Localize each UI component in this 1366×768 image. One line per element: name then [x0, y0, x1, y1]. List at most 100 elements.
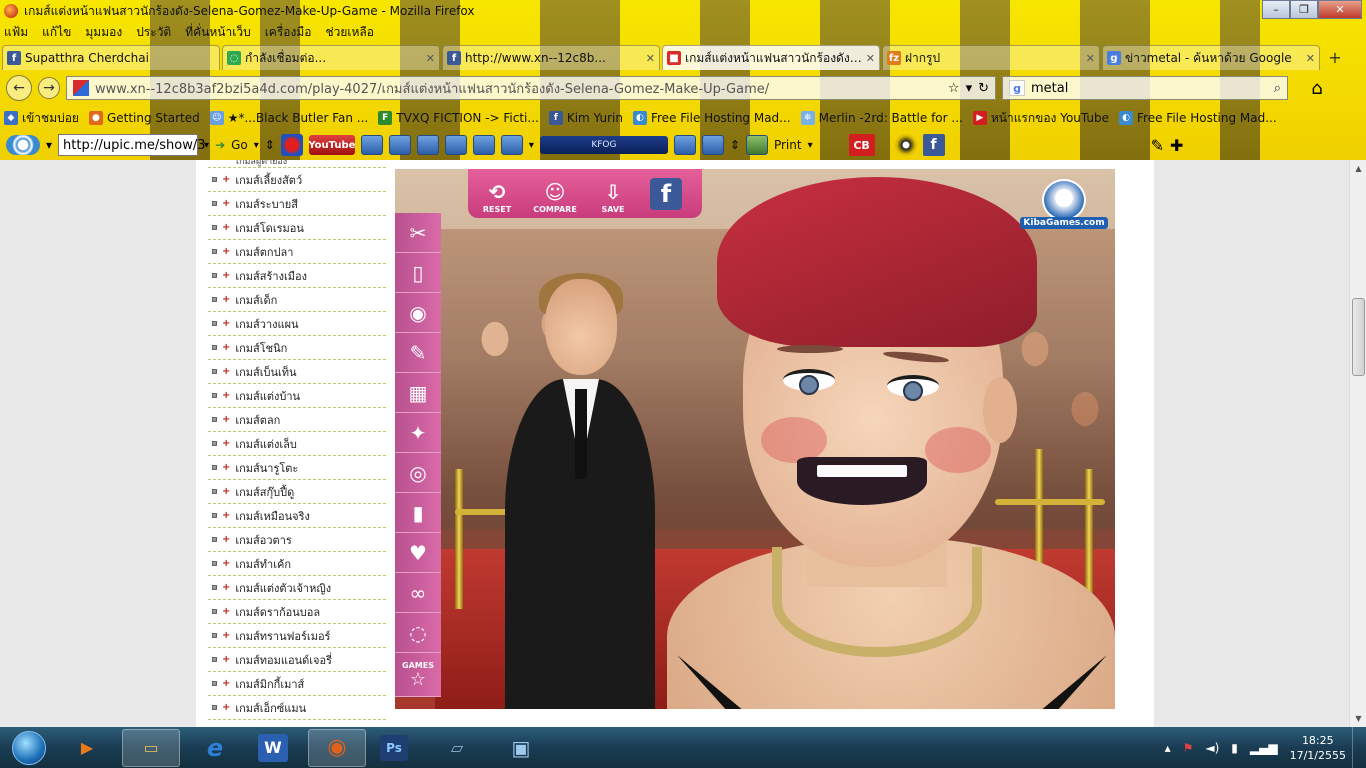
list-item-label[interactable]: เกมส์ทรานฟอร์เมอร์ [235, 627, 330, 645]
tab-facebook-link[interactable]: f http://www.xn--12c8b... ✕ [442, 45, 660, 70]
list-item[interactable]: + เกมส์โชนิก [208, 336, 386, 360]
list-item[interactable]: + เกมส์สร้างเมือง [208, 264, 386, 288]
compare-button[interactable]: ☺ COMPARE [526, 169, 584, 218]
tool-clothes[interactable]: ♥ [395, 533, 441, 573]
home-button[interactable]: ⌂ [1302, 75, 1332, 101]
google-icon[interactable]: g [1009, 80, 1025, 96]
back-button[interactable]: ← [6, 75, 32, 101]
tool-glasses[interactable]: ∞ [395, 573, 441, 613]
close-icon[interactable]: ✕ [646, 52, 655, 65]
list-item-label[interactable]: เกมส์โชนิก [235, 339, 287, 357]
list-item[interactable]: + เกมส์นารูโตะ [208, 456, 386, 480]
tool-eyeliner[interactable]: ✎ [395, 333, 441, 373]
translate-icon[interactable] [500, 135, 523, 155]
list-item-label[interactable]: เกมส์แต่งตัวเจ้าหญิง [235, 579, 331, 597]
menu-edit[interactable]: แก้ไข [42, 23, 71, 42]
list-item-label[interactable]: เกมส์ทำเค้ก [235, 555, 291, 573]
list-item[interactable]: + เกมส์อวตาร [208, 528, 386, 552]
bookmark-item[interactable]: ◆ เข้าชมบ่อย [4, 109, 79, 128]
start-button[interactable] [6, 728, 52, 768]
addon-icon[interactable] [894, 134, 917, 156]
list-item-label[interactable]: เกมส์ตกปลา [235, 243, 293, 261]
chevron-down-icon[interactable]: ▾ [254, 140, 259, 151]
list-item-label[interactable]: เกมส์เอ็กซ์แมน [235, 699, 306, 717]
tab-google-search[interactable]: g ข่าวmetal - ค้นหาด้วย Google ✕ [1102, 45, 1320, 70]
bookmark-item[interactable]: ❄ Merlin -2rd: Battle for ... [800, 111, 963, 125]
chevron-down-icon[interactable]: ▾ [529, 140, 534, 151]
tool-eyes[interactable]: ◉ [395, 293, 441, 333]
list-item-label[interactable]: เกมส์ระบายสี [235, 195, 298, 213]
chevron-down-icon[interactable]: ▾ [46, 138, 52, 152]
list-item-label[interactable]: เกมส์เลี้ยงสัตว์ [235, 171, 302, 189]
list-item[interactable]: + เกมส์เบ็นเท็น [208, 360, 386, 384]
chevron-down-icon[interactable]: ▾ [204, 140, 209, 151]
radio-player[interactable]: KFOG [539, 136, 668, 154]
list-item-cut[interactable]: เกมส์ผู้ตายอง [208, 160, 386, 168]
list-item-label[interactable]: เกมส์แต่งเล็บ [235, 435, 296, 453]
record-icon[interactable] [388, 135, 411, 155]
list-item[interactable]: + เกมส์ดราก้อนบอล [208, 600, 386, 624]
bookmark-star-icon[interactable]: ☆ [948, 81, 960, 96]
chevron-down-icon[interactable]: ▾ [808, 140, 813, 151]
scroll-up-icon[interactable]: ▲ [1350, 160, 1366, 177]
word-icon[interactable]: W [258, 733, 288, 762]
list-item[interactable]: + เกมส์วางแผน [208, 312, 386, 336]
list-item-label[interactable]: เกมส์ตลก [235, 411, 280, 429]
list-item-label[interactable]: เกมส์ดราก้อนบอล [235, 603, 320, 621]
url-text[interactable]: www.xn--12c8b3af2bzi5a4d.com/play-4027/เ… [95, 78, 942, 99]
close-icon[interactable]: ✕ [866, 52, 875, 65]
save-button[interactable]: ⇩ SAVE [584, 169, 642, 218]
tab-facebook-profile[interactable]: f Supatthra Cherdchai [2, 45, 220, 70]
list-item[interactable]: + เกมส์ทำเค้ก [208, 552, 386, 576]
wrench-icon[interactable]: ✎ [1151, 136, 1164, 155]
show-desktop-button[interactable] [1352, 727, 1366, 768]
tool-scissors[interactable]: ✂ [395, 213, 441, 253]
list-item-label[interactable]: เกมส์โดเรมอน [235, 219, 303, 237]
list-item-label[interactable]: เกมส์เด็ก [235, 291, 277, 309]
list-item-label[interactable]: เกมส์สร้างเมือง [235, 267, 307, 285]
bookmark-item[interactable]: ▶ หน้าแรกของ YouTube [972, 109, 1109, 128]
menu-bookmarks[interactable]: ที่คั่นหน้าเว็บ [185, 23, 250, 42]
list-item[interactable]: + เกมส์ตกปลา [208, 240, 386, 264]
bookmark-item[interactable]: ☺ ★*...Black Butler Fan ... [209, 111, 368, 125]
list-item-label[interactable]: เกมส์วางแผน [235, 315, 298, 333]
makeup-game[interactable]: ⟲ RESET ☺ COMPARE ⇩ SAVE f ✂ ▯ ◉ ✎ ▦ ✦ ◎… [395, 169, 1115, 709]
media-player-icon[interactable]: ▶ [58, 729, 116, 767]
tool-brush[interactable]: ✦ [395, 413, 441, 453]
tool-lipstick[interactable]: ▮ [395, 493, 441, 533]
notes-icon[interactable]: ▱ [428, 729, 486, 767]
list-item-label[interactable]: เกมส์ทอมแอนด์เจอรี่ [235, 651, 332, 669]
list-item[interactable]: + เกมส์เด็ก [208, 288, 386, 312]
bookmark-item[interactable]: ● Getting Started [88, 111, 200, 125]
explorer-icon[interactable]: ▭ [122, 728, 180, 767]
menu-view[interactable]: มุมมอง [85, 23, 122, 42]
list-item-label[interactable]: เกมส์อวตาร [235, 531, 291, 549]
minimize-button[interactable]: – [1262, 0, 1290, 19]
list-item[interactable]: + เกมส์แต่งตัวเจ้าหญิง [208, 576, 386, 600]
bookmark-item[interactable]: F TVXQ FICTION -> Ficti... [378, 111, 539, 125]
list-item-label[interactable]: เกมส์เหมือนจริง [235, 507, 310, 525]
show-hidden-icons[interactable]: ▴ [1165, 741, 1171, 755]
character-hair[interactable] [717, 177, 1037, 347]
list-item[interactable]: + เกมส์สกุ๊บปี้ดู [208, 480, 386, 504]
reload-icon[interactable]: ↻ [978, 81, 989, 96]
internet-explorer-icon[interactable]: e [186, 729, 244, 767]
list-item-label[interactable]: เกมส์สกุ๊บปี้ดู [235, 483, 294, 501]
site-identity-icon[interactable] [73, 80, 89, 96]
tool-palette[interactable]: ▦ [395, 373, 441, 413]
action-center-icon[interactable]: ⚑ [1183, 741, 1194, 755]
new-tab-button[interactable]: + [1322, 45, 1348, 70]
menu-help[interactable]: ช่วยเหลือ [325, 23, 374, 42]
list-item-label[interactable]: เกมส์นารูโตะ [235, 459, 298, 477]
search-input[interactable] [1031, 80, 1268, 96]
close-button[interactable]: ✕ [1318, 0, 1362, 19]
tab-loading[interactable]: ◌ กำลังเชื่อมต่อ... ✕ [222, 45, 440, 70]
menu-history[interactable]: ประวัติ [136, 23, 171, 42]
volume-icon[interactable] [673, 135, 696, 155]
tab-makeup-game[interactable]: ■ เกมส์แต่งหน้าแฟนสาวนักร้องดัง-S... ✕ [662, 45, 880, 70]
photoshop-icon[interactable]: Ps [380, 734, 408, 761]
more-games-button[interactable]: GAMES ☆ [395, 653, 441, 697]
media-icon[interactable] [360, 135, 383, 155]
firefox-icon[interactable]: ◉ [308, 728, 366, 767]
bookmark-item[interactable]: ◐ Free File Hosting Mad... [632, 111, 791, 125]
